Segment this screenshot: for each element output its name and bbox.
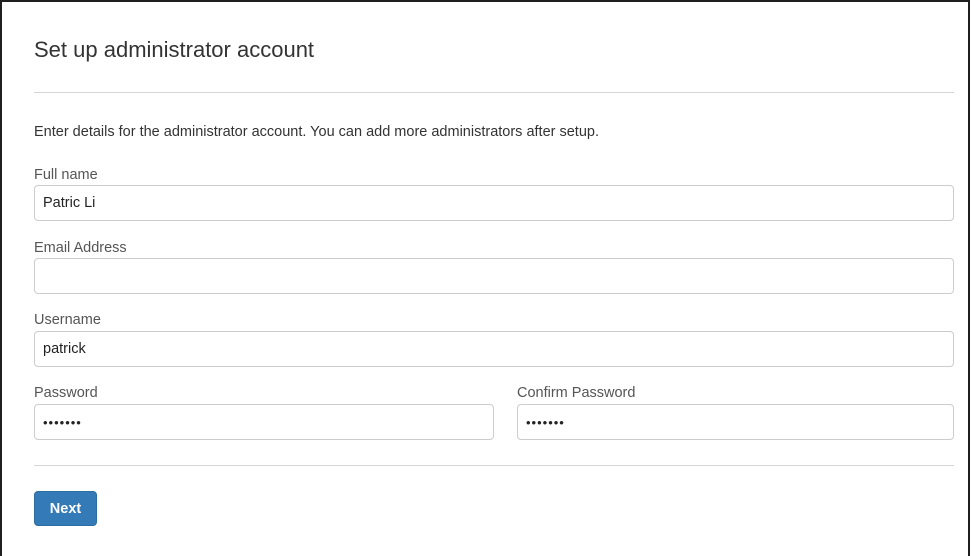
intro-text: Enter details for the administrator acco… bbox=[34, 124, 599, 140]
username-input[interactable] bbox=[34, 331, 954, 367]
confirm-password-input[interactable] bbox=[517, 404, 954, 440]
page-title: Set up administrator account bbox=[34, 37, 315, 62]
email-label: Email Address bbox=[34, 240, 127, 256]
password-label: Password bbox=[34, 385, 98, 401]
next-button[interactable]: Next bbox=[34, 491, 97, 526]
title-divider bbox=[34, 92, 954, 93]
full-name-label: Full name bbox=[34, 167, 98, 183]
password-input[interactable] bbox=[34, 404, 494, 440]
username-label: Username bbox=[34, 312, 101, 328]
footer-divider bbox=[34, 465, 954, 466]
email-input[interactable] bbox=[34, 258, 954, 294]
full-name-input[interactable] bbox=[34, 185, 954, 221]
confirm-password-label: Confirm Password bbox=[517, 385, 636, 401]
setup-panel: Set up administrator account Enter detai… bbox=[0, 0, 970, 556]
